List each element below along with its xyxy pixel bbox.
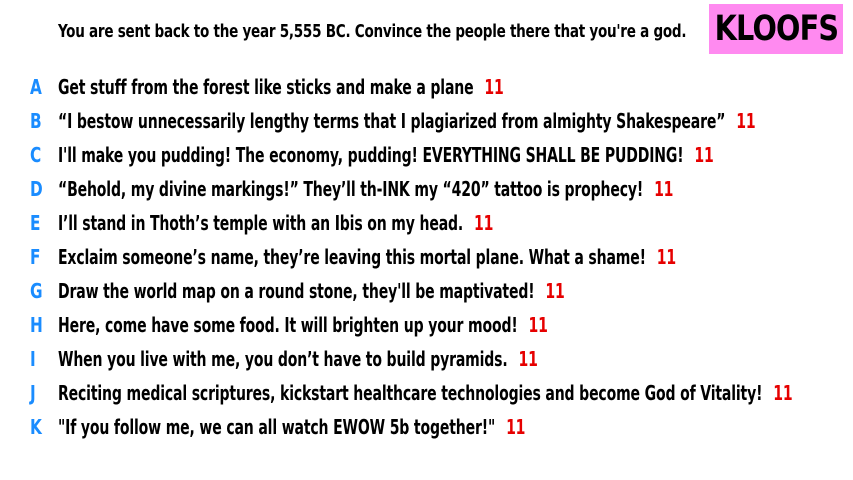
entry-content: I’ll stand in Thoth’s temple with an Ibi… xyxy=(58,206,493,240)
entry-score: 11 xyxy=(545,279,565,303)
entry-letter: D xyxy=(30,177,43,201)
entry-letter: A xyxy=(30,75,42,99)
entry-letter: G xyxy=(30,279,43,303)
entry-content: Here, come have some food. It will brigh… xyxy=(58,308,548,342)
entry-text: “I bestow unnecessarily lengthy terms th… xyxy=(58,109,726,133)
entry-row: I When you live with me, you don’t have t… xyxy=(0,342,853,376)
entry-letter: F xyxy=(30,245,41,269)
entry-text: Exclaim someone’s name, they’re leaving … xyxy=(58,245,646,269)
entry-letter: J xyxy=(30,381,36,405)
entry-text: I’ll stand in Thoth’s temple with an Ibi… xyxy=(58,211,464,235)
entry-row: K "If you follow me, we can all watch EWO… xyxy=(0,410,853,444)
entry-content: “I bestow unnecessarily lengthy terms th… xyxy=(58,104,756,138)
entry-score: 11 xyxy=(484,75,504,99)
entry-row: C I'll make you pudding! The economy, pud… xyxy=(0,138,853,172)
entry-score: 11 xyxy=(506,415,526,439)
entry-score: 11 xyxy=(656,245,676,269)
entry-score: 11 xyxy=(736,109,756,133)
entry-letter: B xyxy=(30,109,42,133)
entry-letter: H xyxy=(30,313,43,337)
entry-text: When you live with me, you don’t have to… xyxy=(58,347,508,371)
entry-content: Get stuff from the forest like sticks an… xyxy=(58,70,504,104)
entry-score: 11 xyxy=(528,313,548,337)
entry-row: H Here, come have some food. It will brig… xyxy=(0,308,853,342)
entry-letter: C xyxy=(30,143,42,167)
entry-score: 11 xyxy=(518,347,538,371)
entry-text: “Behold, my divine markings!” They’ll th… xyxy=(58,177,644,201)
entry-text: Get stuff from the forest like sticks an… xyxy=(58,75,474,99)
entry-content: Reciting medical scriptures, kickstart h… xyxy=(58,376,793,410)
brand-label: KLOOFS xyxy=(714,9,838,49)
brand-badge: KLOOFS xyxy=(709,4,843,54)
entry-text: Draw the world map on a round stone, the… xyxy=(58,279,535,303)
entry-score: 11 xyxy=(654,177,674,201)
entry-content: I'll make you pudding! The economy, pudd… xyxy=(58,138,714,172)
entry-score: 11 xyxy=(694,143,714,167)
entry-text: Reciting medical scriptures, kickstart h… xyxy=(58,381,763,405)
entry-letter: I xyxy=(30,347,36,371)
entry-text: I'll make you pudding! The economy, pudd… xyxy=(58,143,684,167)
entry-text: "If you follow me, we can all watch EWOW… xyxy=(58,415,496,439)
entry-row: J Reciting medical scriptures, kickstart … xyxy=(0,376,853,410)
entry-content: Exclaim someone’s name, they’re leaving … xyxy=(58,240,676,274)
entry-score: 11 xyxy=(773,381,793,405)
entry-content: Draw the world map on a round stone, the… xyxy=(58,274,565,308)
entry-score: 11 xyxy=(473,211,494,235)
entry-row: F Exclaim someone’s name, they’re leaving… xyxy=(0,240,853,274)
entry-row: B “I bestow unnecessarily lengthy terms t… xyxy=(0,104,853,138)
entry-text: Here, come have some food. It will brigh… xyxy=(58,313,518,337)
entry-letter: K xyxy=(30,415,42,439)
entry-content: “Behold, my divine markings!” They’ll th… xyxy=(58,172,673,206)
entry-row: G Draw the world map on a round stone, th… xyxy=(0,274,853,308)
prompt-text: You are sent back to the year 5,555 BC. … xyxy=(58,22,687,42)
entry-row: D “Behold, my divine markings!” They’ll t… xyxy=(0,172,853,206)
entry-content: "If you follow me, we can all watch EWOW… xyxy=(58,410,525,444)
entry-content: When you live with me, you don’t have to… xyxy=(58,342,538,376)
entry-letter: E xyxy=(30,211,41,235)
entry-row: E I’ll stand in Thoth’s temple with an Ib… xyxy=(0,206,853,240)
entry-row: A Get stuff from the forest like sticks a… xyxy=(0,70,853,104)
